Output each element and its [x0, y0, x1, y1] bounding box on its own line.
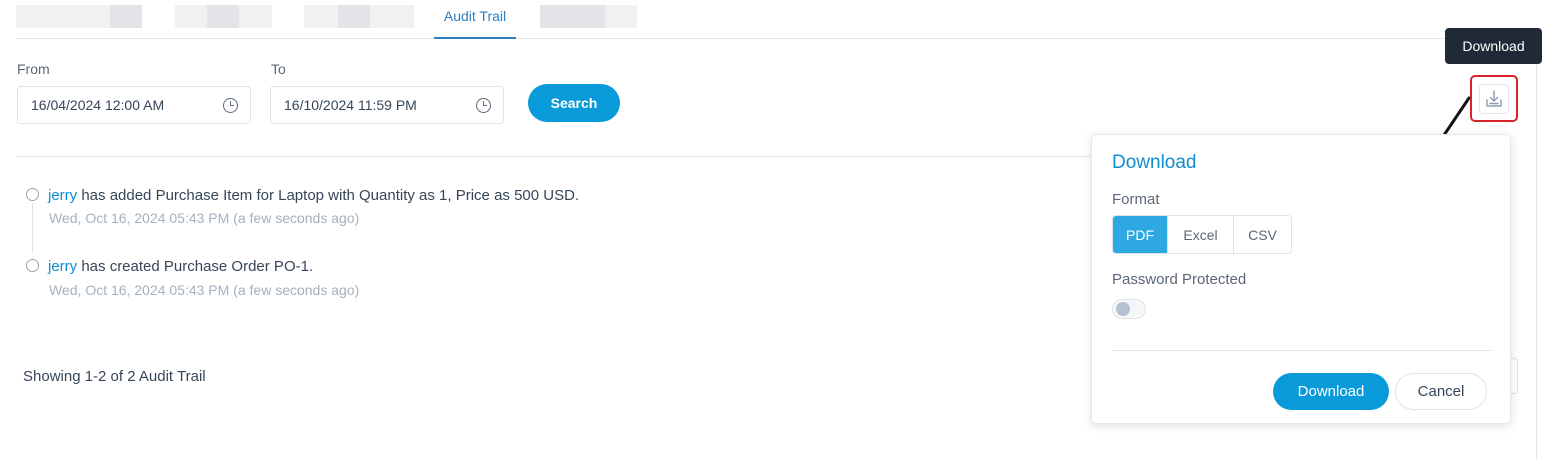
timeline-time: Wed, Oct 16, 2024 05:43 PM (a few second…	[49, 210, 360, 226]
format-selector: PDF Excel CSV	[1112, 215, 1292, 254]
popover-title: Download	[1112, 152, 1197, 173]
cancel-button[interactable]: Cancel	[1395, 373, 1487, 410]
download-popover: Download Format PDF Excel CSV Password P…	[1091, 134, 1511, 424]
divider	[16, 156, 1091, 157]
format-option-pdf[interactable]: PDF	[1113, 216, 1168, 253]
download-tooltip: Download	[1445, 28, 1542, 64]
download-icon	[1486, 89, 1502, 107]
to-label: To	[271, 61, 286, 77]
to-date-value: 16/10/2024 11:59 PM	[284, 97, 417, 113]
showing-count: Showing 1-2 of 2 Audit Trail	[23, 368, 206, 385]
tab-placeholder[interactable]	[239, 5, 272, 28]
timeline-entry-text: has created Purchase Order PO-1.	[77, 258, 314, 275]
tab-placeholder[interactable]	[338, 5, 370, 28]
tab-placeholder[interactable]	[16, 5, 46, 28]
format-option-csv[interactable]: CSV	[1234, 216, 1291, 253]
format-option-excel[interactable]: Excel	[1168, 216, 1234, 253]
download-button[interactable]: Download	[1273, 373, 1389, 410]
timeline-time: Wed, Oct 16, 2024 05:43 PM (a few second…	[49, 282, 360, 298]
download-icon-button[interactable]	[1470, 75, 1518, 122]
tab-placeholder[interactable]	[46, 5, 110, 28]
timeline-user-link[interactable]: jerry	[48, 258, 77, 275]
download-icon-frame	[1479, 83, 1509, 114]
timeline-entry-text: has added Purchase Item for Laptop with …	[77, 187, 580, 204]
to-date-input[interactable]: 16/10/2024 11:59 PM	[270, 86, 504, 124]
clock-icon	[476, 98, 491, 113]
search-button[interactable]: Search	[528, 84, 620, 122]
tab-bar: Audit Trail	[16, 0, 1536, 39]
panel-edge	[1536, 40, 1537, 459]
password-protected-label: Password Protected	[1112, 271, 1247, 288]
timeline-user-link[interactable]: jerry	[48, 187, 77, 204]
from-label: From	[17, 61, 50, 77]
popover-divider	[1112, 350, 1492, 351]
timeline-entry: jerry has created Purchase Order PO-1.	[48, 258, 313, 275]
tab-placeholder[interactable]	[605, 5, 637, 28]
tab-audit-trail[interactable]: Audit Trail	[434, 0, 516, 39]
password-protected-toggle[interactable]	[1112, 299, 1146, 319]
format-label: Format	[1112, 191, 1160, 208]
clock-icon	[223, 98, 238, 113]
from-date-value: 16/04/2024 12:00 AM	[31, 97, 165, 113]
timeline-line	[32, 203, 33, 253]
from-date-input[interactable]: 16/04/2024 12:00 AM	[17, 86, 251, 124]
timeline-dot	[26, 188, 39, 201]
tab-placeholder[interactable]	[207, 5, 239, 28]
tab-placeholder[interactable]	[110, 5, 142, 28]
toggle-knob	[1116, 302, 1130, 316]
timeline-dot	[26, 259, 39, 272]
timeline-entry: jerry has added Purchase Item for Laptop…	[48, 187, 579, 204]
tab-placeholder[interactable]	[540, 5, 605, 28]
